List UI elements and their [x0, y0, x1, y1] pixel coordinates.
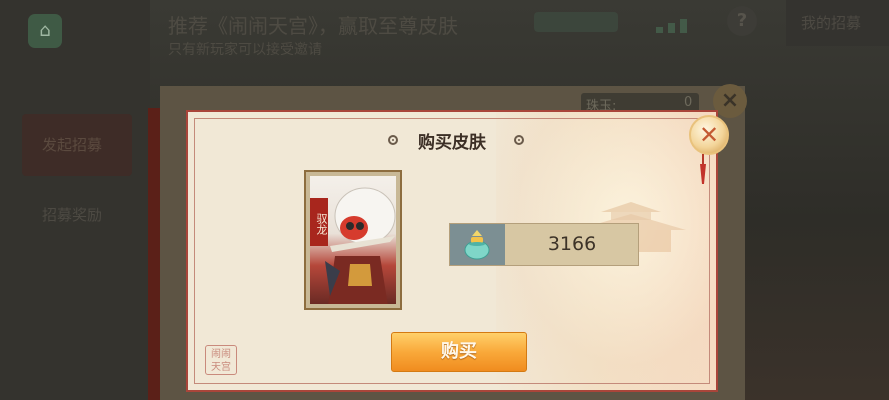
- skin-card: 驭龙: [304, 170, 402, 310]
- buy-button[interactable]: 购买: [391, 332, 527, 372]
- background-badge: [534, 12, 618, 32]
- signal-icon: [656, 14, 712, 33]
- game-seal-logo: 闹闹 天宫: [205, 345, 237, 375]
- background-sidebar: [0, 0, 150, 400]
- price-value: 3166: [547, 233, 597, 255]
- nav-item-rewards: 招募奖励: [42, 206, 103, 224]
- price-icon-container: [450, 224, 505, 265]
- title-ornament-right-icon: [514, 135, 524, 145]
- close-icon: ✕: [698, 121, 720, 149]
- help-icon: ?: [727, 6, 757, 36]
- tassel-icon: [700, 154, 706, 184]
- nav-item-recruit: 发起招募: [42, 136, 103, 154]
- close-button[interactable]: ✕: [689, 115, 729, 155]
- price-box: 3166: [449, 223, 639, 266]
- currency-value: 0: [684, 95, 693, 110]
- skin-name-banner: 驭龙: [310, 198, 328, 246]
- home-icon: ⌂: [28, 14, 62, 48]
- background-title: 推荐《闹闹天宫》，赢取至尊皮肤: [168, 14, 458, 38]
- back-close-icon: ×: [713, 84, 747, 118]
- dialog-title: 购买皮肤: [418, 133, 486, 153]
- background-subtitle: 只有新玩家可以接受邀请: [168, 42, 322, 58]
- my-recruit-label: 我的招募: [801, 14, 862, 32]
- jade-pot-icon: [464, 230, 490, 260]
